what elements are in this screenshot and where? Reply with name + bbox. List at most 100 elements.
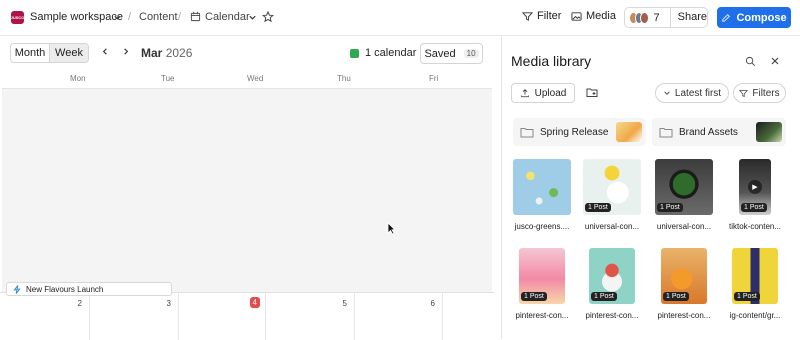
compose-label: Compose <box>736 11 787 24</box>
next-arrow-icon[interactable] <box>122 47 130 59</box>
sort-label: Latest first <box>674 87 722 99</box>
breadcrumb-content[interactable]: Content <box>139 11 178 23</box>
post-count-badge: 1 Post <box>663 292 689 301</box>
upload-button[interactable]: Upload <box>511 83 575 103</box>
weekday-label: Mon <box>70 74 86 83</box>
folder-label: Brand Assets <box>679 126 738 138</box>
folder-brand-assets[interactable]: Brand Assets <box>652 118 786 146</box>
post-count-badge: 1 Post <box>734 292 760 301</box>
day-number: 5 <box>342 299 347 308</box>
pencil-icon <box>722 13 731 22</box>
star-icon[interactable] <box>262 11 274 23</box>
share-button[interactable]: Share <box>669 8 707 27</box>
media-item[interactable]: 1 Post universal-con... <box>648 159 720 231</box>
chevron-down-icon <box>664 91 670 95</box>
media-item[interactable]: 1 Post pinterest-con... <box>648 248 720 320</box>
filter-button[interactable]: Filter <box>522 10 561 22</box>
compose-button[interactable]: Compose <box>717 7 791 28</box>
weekday-header: Mon Tue Wed Thu Fri <box>0 72 494 88</box>
calendar-count: 1 calendar <box>365 47 417 59</box>
event-label: New Flavours Launch <box>26 284 104 294</box>
media-button[interactable]: Media <box>571 10 616 22</box>
day-cell[interactable]: 5 <box>266 293 355 340</box>
post-count-badge: 1 Post <box>741 203 767 212</box>
day-cell[interactable]: 6 <box>355 293 443 340</box>
search-icon[interactable] <box>745 56 756 70</box>
media-thumbnail: 1 Post <box>732 248 778 304</box>
week-row: 2 3 4 5 6 <box>0 292 494 340</box>
media-item[interactable]: ▶ 1 Post tiktok-conten... <box>719 159 791 231</box>
media-item-label: jusco-greens.... <box>514 222 570 231</box>
prev-arrow-icon[interactable] <box>101 47 109 59</box>
folder-icon <box>659 127 673 137</box>
media-thumbnail <box>513 159 571 215</box>
calendar-grid-previous-week[interactable] <box>2 88 492 292</box>
post-count-badge: 1 Post <box>657 203 683 212</box>
breadcrumb-separator: / <box>128 11 132 23</box>
upload-label: Upload <box>534 87 567 99</box>
collaborators[interactable]: 7 Share <box>624 7 708 28</box>
view-week-button[interactable]: Week <box>49 44 88 62</box>
saved-count-badge: 10 <box>463 49 479 58</box>
weekday-label: Wed <box>247 74 264 83</box>
view-toggle: Month Week <box>10 43 89 63</box>
upload-icon <box>520 89 529 98</box>
media-item-label: universal-con... <box>584 222 640 231</box>
media-item-label: pinterest-con... <box>515 311 569 320</box>
media-thumbnail: 1 Post <box>583 159 641 215</box>
media-item[interactable]: jusco-greens.... <box>506 159 578 231</box>
workspace-name[interactable]: Sample workspace <box>30 11 123 23</box>
media-thumbnail: 1 Post <box>661 248 707 304</box>
post-count-badge: 1 Post <box>591 292 617 301</box>
top-bar: JUSCO Sample workspace / Content / Calen… <box>0 0 800 36</box>
close-icon[interactable] <box>770 56 780 69</box>
chevron-down-icon[interactable] <box>248 13 257 22</box>
saved-label: Saved <box>424 47 456 60</box>
media-item-label: tiktok-conten... <box>728 222 782 231</box>
view-month-button[interactable]: Month <box>11 44 49 62</box>
filter-icon <box>522 11 533 21</box>
media-item[interactable]: 1 Post universal-con... <box>576 159 648 231</box>
media-item[interactable]: 1 Post pinterest-con... <box>576 248 648 320</box>
weekday-label: Thu <box>337 74 351 83</box>
folder-thumbnail <box>616 122 642 142</box>
calendar-icon <box>190 11 201 22</box>
year: 2026 <box>165 46 193 60</box>
post-count-badge: 1 Post <box>521 292 547 301</box>
saved-button[interactable]: Saved 10 <box>420 43 483 64</box>
avatar <box>640 11 649 24</box>
sort-button[interactable]: Latest first <box>655 83 729 103</box>
image-icon <box>571 11 582 21</box>
play-icon: ▶ <box>748 180 762 194</box>
breadcrumb-calendar[interactable]: Calendar <box>205 11 250 23</box>
event-new-flavours-launch[interactable]: New Flavours Launch <box>6 282 172 296</box>
weekday-label: Fri <box>429 74 439 83</box>
chevron-down-icon[interactable] <box>113 13 122 22</box>
folder-thumbnail <box>756 122 782 142</box>
breadcrumb-separator: / <box>178 11 182 23</box>
filters-label: Filters <box>752 87 780 99</box>
media-thumbnail: 1 Post <box>589 248 635 304</box>
media-thumbnail: ▶ 1 Post <box>739 159 771 215</box>
filters-button[interactable]: Filters <box>733 83 786 103</box>
media-item[interactable]: 1 Post pinterest-con... <box>506 248 578 320</box>
folder-spring-release[interactable]: Spring Release <box>513 118 646 146</box>
month-title: Mar 2026 <box>141 46 192 60</box>
day-cell[interactable]: 3 <box>90 293 179 340</box>
media-item-label: pinterest-con... <box>585 311 639 320</box>
lightning-icon <box>13 284 21 294</box>
filter-label: Filter <box>537 10 562 22</box>
today-badge: 4 <box>249 297 260 308</box>
day-cell[interactable]: 2 <box>0 293 90 340</box>
new-folder-icon[interactable] <box>586 87 598 101</box>
post-count-badge: 1 Post <box>585 203 611 212</box>
media-label: Media <box>586 10 616 22</box>
calendar-selector[interactable]: 1 calendar <box>350 47 416 59</box>
workspace-logo[interactable]: JUSCO <box>11 11 24 24</box>
filter-icon <box>739 89 749 97</box>
day-number: 2 <box>77 299 82 308</box>
media-library-title: Media library <box>511 53 592 69</box>
month-name: Mar <box>141 46 163 60</box>
media-item[interactable]: 1 Post ig-content/gr... <box>719 248 791 320</box>
day-cell-today[interactable]: 4 <box>179 293 266 340</box>
